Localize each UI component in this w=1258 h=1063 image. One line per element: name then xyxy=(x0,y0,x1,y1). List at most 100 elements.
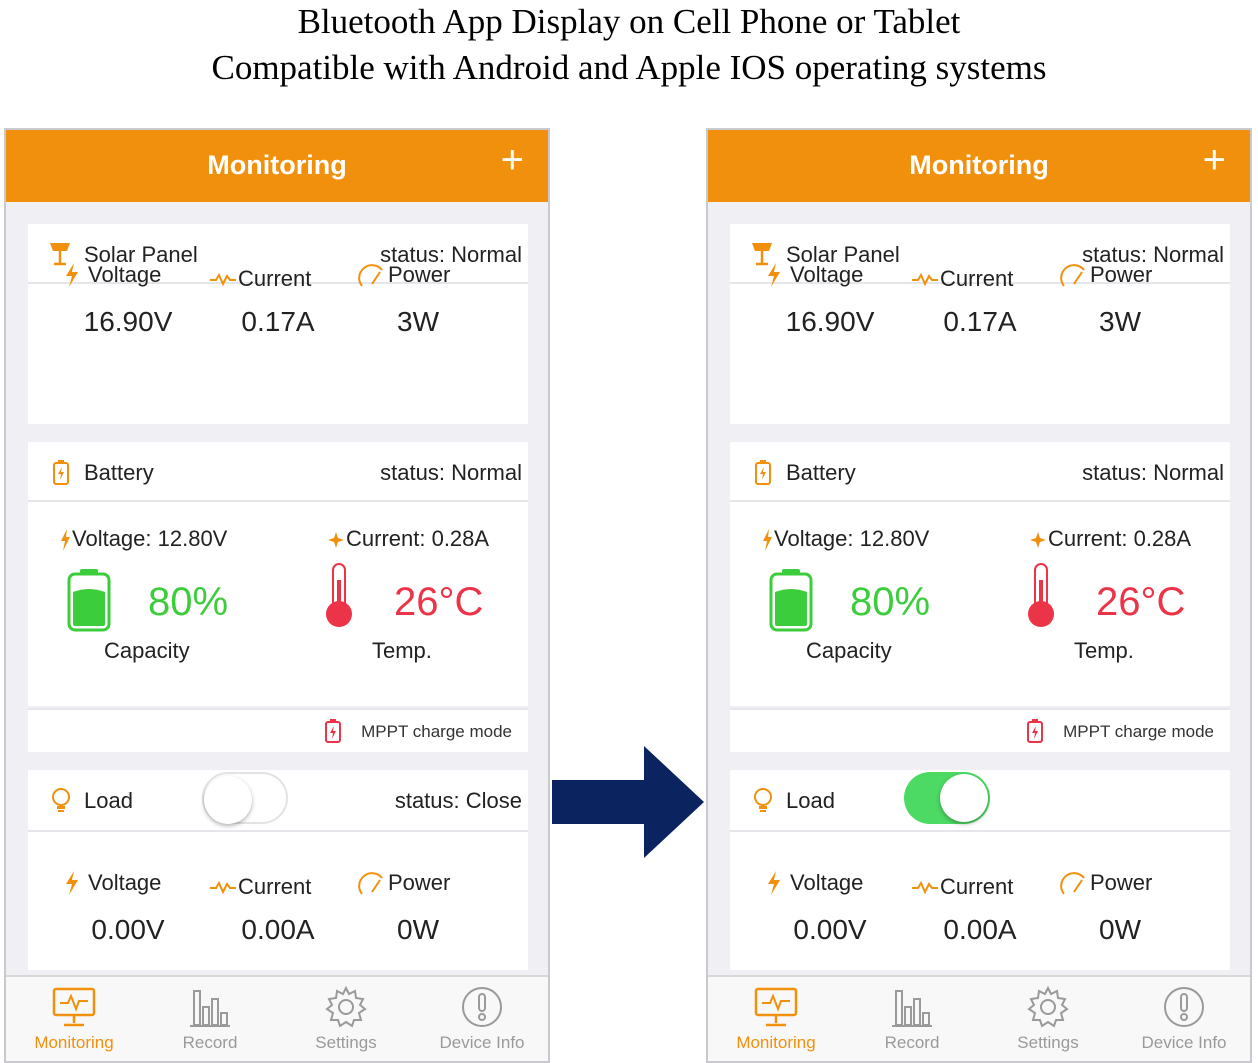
tab-settings[interactable]: Settings xyxy=(278,985,414,1053)
gear-icon xyxy=(325,985,367,1028)
temperature-label: Temp. xyxy=(372,638,432,663)
load-toggle[interactable] xyxy=(904,772,990,824)
temperature-value: 26°C xyxy=(394,580,484,624)
tab-label: Device Info xyxy=(439,1033,525,1052)
current-spark-icon xyxy=(328,532,344,549)
tab-settings[interactable]: Settings xyxy=(980,985,1116,1053)
battery-voltage: Voltage: 12.80V xyxy=(760,526,929,552)
voltage-label: Voltage xyxy=(88,870,162,895)
monitor-icon xyxy=(754,987,798,1027)
power-label: Power xyxy=(1090,870,1153,895)
charging-battery-icon xyxy=(325,719,341,743)
current-value: 0.17A xyxy=(943,306,1017,337)
voltage-value: 16.90V xyxy=(83,306,173,337)
voltage-value: 16.90V xyxy=(785,306,875,337)
power-value: 0W xyxy=(1099,914,1141,945)
current-value: 0.17A xyxy=(241,306,315,337)
phone-screen-left: Monitoring + Solar Panel status: Normal … xyxy=(4,128,550,1063)
battery-card: Battery status: Normal Voltage: 12.80V C… xyxy=(730,442,1230,706)
lightning-icon xyxy=(61,529,70,552)
voltage-value: 0.00V xyxy=(91,914,165,945)
battery-voltage-text: Voltage: 12.80V xyxy=(774,526,930,551)
tab-device-info[interactable]: Device Info xyxy=(1116,985,1250,1053)
battery-voltage: Voltage: 12.80V xyxy=(58,526,227,552)
tab-label: Device Info xyxy=(1141,1033,1227,1052)
tab-monitoring[interactable]: Monitoring xyxy=(6,985,142,1053)
tab-bar: Monitoring Record Settings Device Info xyxy=(708,975,1250,1061)
charge-mode-text: MPPT charge mode xyxy=(1063,722,1214,741)
current-label: Current xyxy=(238,266,312,291)
power-label: Power xyxy=(1090,262,1153,287)
battery-icon xyxy=(53,460,69,485)
current-wave-icon xyxy=(912,880,938,895)
lightbulb-icon xyxy=(754,788,772,812)
lightning-icon xyxy=(66,871,78,895)
tab-bar: Monitoring Record Settings Device Info xyxy=(6,975,548,1061)
tab-label: Record xyxy=(182,1033,238,1052)
gear-icon xyxy=(1027,985,1069,1028)
add-icon[interactable]: + xyxy=(1203,140,1226,180)
battery-icon xyxy=(755,460,771,485)
current-label: Current xyxy=(940,266,1014,291)
tab-label: Record xyxy=(884,1033,940,1052)
tab-record[interactable]: Record xyxy=(142,985,278,1053)
toggle-knob xyxy=(940,774,988,822)
tab-record[interactable]: Record xyxy=(844,985,980,1053)
charge-mode-row: MPPT charge mode xyxy=(28,708,528,752)
power-gauge-icon xyxy=(1060,264,1085,287)
arrow-right-icon xyxy=(552,746,704,858)
bar-chart-icon xyxy=(892,990,932,1027)
app-header: Monitoring + xyxy=(708,130,1250,202)
load-label: Load xyxy=(84,788,133,813)
battery-card: Battery status: Normal Voltage: 12.80V C… xyxy=(28,442,528,706)
capacity-label: Capacity xyxy=(806,638,892,663)
battery-level-icon xyxy=(769,569,813,632)
tab-device-info[interactable]: Device Info xyxy=(414,985,548,1053)
power-value: 3W xyxy=(1099,306,1141,337)
page-title: Monitoring xyxy=(207,150,347,180)
thermometer-icon xyxy=(326,563,352,627)
power-label: Power xyxy=(388,870,451,895)
current-label: Current xyxy=(238,874,312,899)
tab-label: Settings xyxy=(1017,1033,1079,1052)
caption-line-2: Compatible with Android and Apple IOS op… xyxy=(211,48,1047,87)
charge-mode-row: MPPT charge mode xyxy=(730,708,1230,752)
battery-voltage-text: Voltage: 12.80V xyxy=(72,526,228,551)
add-icon[interactable]: + xyxy=(501,140,524,180)
bar-chart-icon xyxy=(190,990,230,1027)
lightning-icon xyxy=(768,263,780,287)
load-toggle[interactable] xyxy=(202,772,288,824)
caption-line-1: Bluetooth App Display on Cell Phone or T… xyxy=(297,2,961,41)
current-label: Current xyxy=(940,874,1014,899)
page-title: Monitoring xyxy=(909,150,1049,180)
battery-label: Battery xyxy=(84,460,154,485)
power-label: Power xyxy=(388,262,451,287)
info-icon xyxy=(1164,987,1204,1027)
tab-monitoring[interactable]: Monitoring xyxy=(708,985,844,1053)
battery-current-text: Current: 0.28A xyxy=(1048,526,1192,551)
battery-status: status: Normal xyxy=(1082,460,1224,485)
temperature-label: Temp. xyxy=(1074,638,1134,663)
monitor-icon xyxy=(52,987,96,1027)
power-gauge-icon xyxy=(1060,872,1085,895)
temperature-value: 26°C xyxy=(1096,580,1186,624)
load-card: Load Voltage 0.00V Current 0.00A Power 0… xyxy=(730,770,1230,970)
solar-panel-card: Solar Panel status: Normal Voltage 16.90… xyxy=(28,224,528,424)
voltage-label: Voltage xyxy=(790,870,864,895)
load-status: status: Close xyxy=(394,788,522,813)
battery-level-icon xyxy=(67,569,111,632)
power-value: 0W xyxy=(397,914,439,945)
capacity-value: 80% xyxy=(148,580,229,624)
current-value: 0.00A xyxy=(241,914,315,945)
info-icon xyxy=(462,987,502,1027)
load-label: Load xyxy=(786,788,835,813)
phone-screen-right: Monitoring + Solar Panel status: Normal … xyxy=(706,128,1252,1063)
power-gauge-icon xyxy=(358,264,383,287)
thermometer-icon xyxy=(1028,563,1054,627)
voltage-value: 0.00V xyxy=(793,914,867,945)
capacity-value: 80% xyxy=(850,580,931,624)
lightning-icon xyxy=(768,871,780,895)
toggle-knob xyxy=(204,776,252,824)
power-value: 3W xyxy=(397,306,439,337)
capacity-label: Capacity xyxy=(104,638,190,663)
